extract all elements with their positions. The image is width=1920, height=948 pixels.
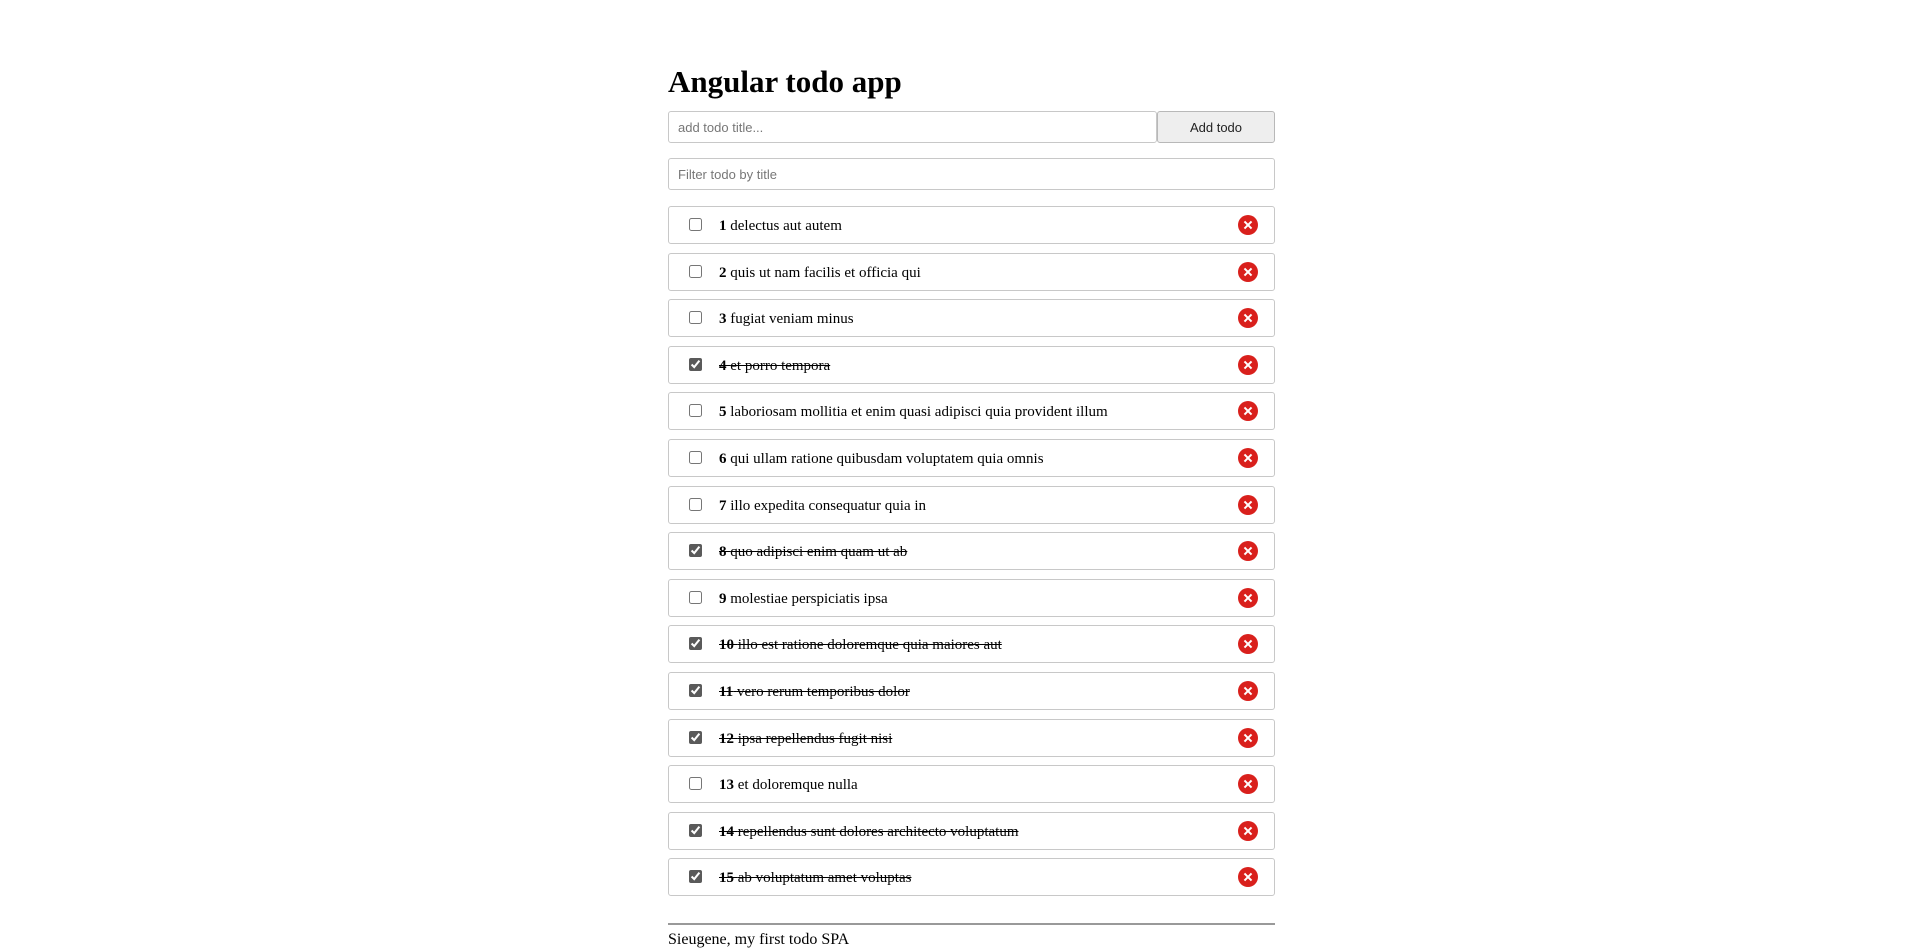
todo-item: 15 ab voluptatum amet voluptas — [668, 858, 1275, 897]
todo-label: 11 vero rerum temporibus dolor — [719, 682, 910, 702]
todo-complete-checkbox[interactable] — [689, 218, 702, 231]
todo-title: et doloremque nulla — [737, 777, 858, 794]
todo-title: ab voluptatum amet voluptas — [737, 870, 912, 887]
todo-complete-checkbox[interactable] — [689, 590, 702, 604]
todo-item: 9 molestiae perspiciatis ipsa — [668, 578, 1275, 617]
todo-complete-checkbox[interactable] — [689, 544, 702, 558]
todo-complete-checkbox[interactable] — [689, 823, 702, 837]
close-circle-icon[interactable] — [1238, 447, 1258, 468]
close-circle-icon[interactable] — [1238, 354, 1258, 375]
close-circle-icon[interactable] — [1238, 261, 1258, 282]
close-circle-icon[interactable] — [1238, 215, 1258, 235]
todo-complete-checkbox[interactable] — [689, 870, 702, 884]
todo-title: illo est ratione doloremque quia maiores… — [737, 637, 1002, 654]
todo-label: 5 laboriosam mollitia et enim quasi adip… — [719, 402, 1108, 422]
todo-title: laboriosam mollitia et enim quasi adipis… — [730, 404, 1108, 421]
todo-complete-checkbox[interactable] — [689, 637, 702, 651]
todo-label: 1 delectus aut autem — [719, 216, 842, 236]
close-circle-icon[interactable] — [1238, 867, 1258, 888]
todo-label: 12 ipsa repellendus fugit nisi — [719, 729, 892, 749]
todo-id: 2 — [719, 264, 727, 281]
page-title: Angular todo app — [668, 64, 902, 99]
todo-label: 9 molestiae perspiciatis ipsa — [719, 589, 888, 609]
todo-label: 8 quo adipisci enim quam ut ab — [719, 542, 907, 562]
todo-item: 7 illo expedita consequatur quia in — [668, 485, 1275, 524]
close-circle-icon[interactable] — [1238, 494, 1258, 515]
todo-title: qui ullam ratione quibusdam voluptatem q… — [730, 450, 1044, 467]
todo-item: 5 laboriosam mollitia et enim quasi adip… — [668, 392, 1275, 431]
close-circle-icon[interactable] — [1238, 680, 1258, 701]
todo-item: 14 repellendus sunt dolores architecto v… — [668, 811, 1275, 850]
todo-item: 1 delectus aut autem — [668, 206, 1275, 244]
todo-label: 4 et porro tempora — [719, 356, 830, 376]
todo-id: 6 — [719, 450, 727, 467]
todo-id: 5 — [719, 404, 727, 421]
todo-id: 11 — [719, 683, 734, 700]
footer-text: Sieugene, my first todo SPA — [668, 931, 850, 948]
todo-id: 3 — [719, 311, 727, 328]
todo-item: 4 et porro tempora — [668, 345, 1275, 384]
todo-id: 8 — [719, 544, 727, 561]
todo-id: 15 — [719, 870, 734, 887]
todo-item: 2 quis ut nam facilis et officia qui — [668, 252, 1275, 291]
todo-title: vero rerum temporibus dolor — [736, 683, 910, 700]
todo-id: 9 — [719, 590, 727, 607]
todo-label: 6 qui ullam ratione quibusdam voluptatem… — [719, 449, 1044, 469]
todo-item: 3 fugiat veniam minus — [668, 299, 1275, 338]
todo-id: 1 — [719, 218, 727, 234]
todo-label: 3 fugiat veniam minus — [719, 309, 854, 329]
add-todo-input[interactable] — [668, 111, 1157, 143]
todo-item: 10 illo est ratione doloremque quia maio… — [668, 625, 1275, 664]
todo-title: ipsa repellendus fugit nisi — [737, 730, 893, 747]
todo-complete-checkbox[interactable] — [689, 777, 702, 791]
todo-complete-checkbox[interactable] — [689, 264, 702, 278]
close-circle-icon[interactable] — [1238, 774, 1258, 795]
todo-complete-checkbox[interactable] — [689, 497, 702, 511]
add-todo-button[interactable]: Add todo — [1157, 111, 1275, 143]
close-circle-icon[interactable] — [1238, 587, 1258, 608]
todo-id: 7 — [719, 497, 727, 514]
todo-complete-checkbox[interactable] — [689, 404, 702, 418]
todo-id: 14 — [719, 823, 734, 840]
todo-id: 4 — [719, 357, 727, 374]
todo-item: 13 et doloremque nulla — [668, 765, 1275, 804]
todo-id: 12 — [719, 730, 734, 747]
todo-title: quo adipisci enim quam ut ab — [730, 544, 908, 561]
todo-complete-checkbox[interactable] — [689, 730, 702, 744]
close-circle-icon[interactable] — [1238, 308, 1258, 329]
todo-title: quis ut nam facilis et officia qui — [730, 264, 921, 281]
todo-item: 11 vero rerum temporibus dolor — [668, 671, 1275, 710]
todo-id: 13 — [719, 777, 734, 794]
close-circle-icon[interactable] — [1238, 634, 1258, 655]
close-circle-icon[interactable] — [1238, 401, 1258, 422]
todo-complete-checkbox[interactable] — [689, 450, 702, 464]
todo-label: 13 et doloremque nulla — [719, 775, 858, 795]
close-circle-icon[interactable] — [1238, 820, 1258, 841]
todo-title: delectus aut autem — [730, 218, 842, 234]
todo-title: illo expedita consequatur quia in — [730, 497, 927, 514]
filter-todo-input[interactable] — [668, 158, 1275, 190]
todo-title: et porro tempora — [730, 357, 831, 374]
footer-divider — [668, 923, 1275, 925]
close-circle-icon[interactable] — [1238, 727, 1258, 748]
todo-complete-checkbox[interactable] — [689, 311, 702, 325]
todo-item: 6 qui ullam ratione quibusdam voluptatem… — [668, 438, 1275, 477]
todo-id: 10 — [719, 637, 734, 654]
todo-label: 14 repellendus sunt dolores architecto v… — [719, 822, 1019, 842]
add-todo-form: Add todo — [668, 111, 1275, 143]
todo-item: 12 ipsa repellendus fugit nisi — [668, 718, 1275, 757]
todo-title: molestiae perspiciatis ipsa — [730, 590, 888, 607]
todo-label: 15 ab voluptatum amet voluptas — [719, 868, 911, 888]
todo-item: 8 quo adipisci enim quam ut ab — [668, 532, 1275, 571]
todo-complete-checkbox[interactable] — [689, 357, 702, 371]
todo-label: 7 illo expedita consequatur quia in — [719, 496, 926, 516]
todo-complete-checkbox[interactable] — [689, 683, 702, 697]
todo-list: 1 delectus aut autem 2 quis ut nam facili… — [668, 206, 1275, 897]
todo-title: fugiat veniam minus — [730, 311, 854, 328]
todo-label: 10 illo est ratione doloremque quia maio… — [719, 635, 1002, 655]
close-circle-icon[interactable] — [1238, 541, 1258, 562]
todo-title: repellendus sunt dolores architecto volu… — [737, 823, 1019, 840]
todo-app: Angular todo app Add todo 1 delectus aut… — [668, 62, 1275, 912]
todo-label: 2 quis ut nam facilis et officia qui — [719, 263, 921, 283]
